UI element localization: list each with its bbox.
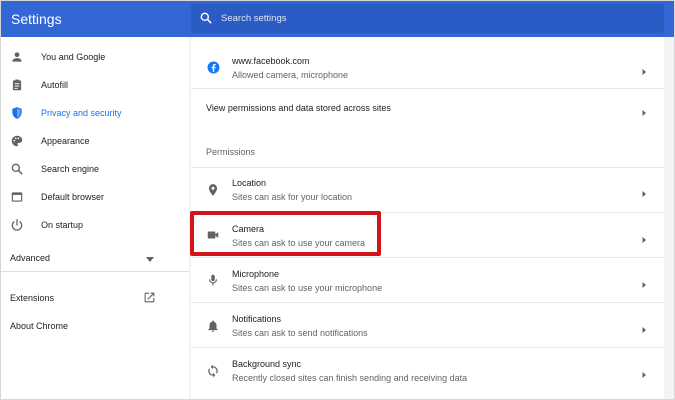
sidebar: You and Google Autofill Privacy and secu… [1,37,189,399]
settings-window: Settings You and Google Autofill Priva [0,0,675,400]
about-label: About Chrome [10,321,69,331]
sidebar-item-label: On startup [41,220,84,230]
permission-title: Microphone [232,269,280,279]
permissions-card: Permissions Location Sites can ask for y… [191,125,664,399]
sidebar-item-label: Appearance [41,136,90,146]
permission-subtitle: Sites can ask to send notifications [232,328,368,338]
permission-subtitle: Recently closed sites can finish sending… [232,373,468,383]
permission-subtitle: Sites can ask to use your microphone [232,283,383,293]
extensions-label: Extensions [10,293,55,303]
arrow-right-icon [640,366,648,378]
sidebar-item-label: Privacy and security [41,108,122,118]
search-input[interactable] [221,8,641,28]
permissions-heading: Permissions [206,147,256,157]
arrow-right-icon [640,185,648,197]
sidebar-item-about-chrome[interactable]: About Chrome [10,321,68,331]
search-icon [199,11,213,25]
location-pin-icon [205,182,221,198]
permission-title: Notifications [232,314,282,324]
permission-title: Background sync [232,359,302,369]
caret-down-icon [146,255,154,265]
permission-title: Camera [232,224,265,234]
shield-icon [10,106,24,120]
sidebar-item-extensions[interactable]: Extensions [10,291,160,306]
microphone-icon [205,272,221,288]
bell-icon [205,318,221,334]
arrow-right-icon [640,231,648,243]
sidebar-item-appearance[interactable]: Appearance [1,129,189,155]
advanced-toggle[interactable]: Advanced [10,253,170,263]
permission-row-notifications[interactable]: Notifications Sites can ask to send noti… [191,302,664,347]
site-card: www.facebook.com Allowed camera, microph… [191,37,664,125]
site-row-facebook[interactable]: www.facebook.com Allowed camera, microph… [191,37,664,81]
sidebar-item-autofill[interactable]: Autofill [1,73,189,99]
main-content: www.facebook.com Allowed camera, microph… [189,37,674,399]
browser-icon [10,190,24,204]
person-icon [10,50,24,64]
arrow-right-icon [640,321,648,333]
arrow-right-icon [640,63,648,75]
sidebar-item-label: Autofill [41,80,69,90]
facebook-icon [205,59,221,75]
sidebar-divider [1,271,189,272]
permission-row-microphone[interactable]: Microphone Sites can ask to use your mic… [191,257,664,302]
permission-row-location[interactable]: Location Sites can ask for your location [191,167,664,212]
advanced-label: Advanced [10,253,51,263]
search-box[interactable] [191,4,664,33]
search-icon [10,162,24,176]
sidebar-item-search-engine[interactable]: Search engine [1,157,189,183]
sidebar-item-label: Default browser [41,192,105,202]
sidebar-item-you-and-google[interactable]: You and Google [1,45,189,71]
sidebar-item-on-startup[interactable]: On startup [1,213,189,239]
permission-title: Location [232,178,267,188]
sidebar-item-privacy-and-security[interactable]: Privacy and security [1,101,189,127]
power-icon [10,218,24,232]
camera-icon [205,227,221,243]
permission-subtitle: Sites can ask to use your camera [232,238,366,248]
view-permissions-label: View permissions and data stored across … [206,103,391,113]
sidebar-item-default-browser[interactable]: Default browser [1,185,189,211]
site-title: www.facebook.com [232,56,310,66]
sidebar-item-label: You and Google [41,52,106,62]
app-title: Settings [11,11,62,27]
sidebar-item-label: Search engine [41,164,100,174]
permission-subtitle: Sites can ask for your location [232,192,353,202]
clipboard-icon [10,78,24,92]
arrow-right-icon [640,276,648,288]
top-bar: Settings [1,1,674,37]
permission-row-background-sync[interactable]: Background sync Recently closed sites ca… [191,347,664,392]
sync-icon [205,363,221,379]
palette-icon [10,134,24,148]
open-in-new-icon [143,291,156,306]
site-subtitle: Allowed camera, microphone [232,70,349,80]
view-permissions-row[interactable]: View permissions and data stored across … [191,88,664,125]
permission-row-camera[interactable]: Camera Sites can ask to use your camera [191,212,664,257]
arrow-right-icon [640,104,648,116]
